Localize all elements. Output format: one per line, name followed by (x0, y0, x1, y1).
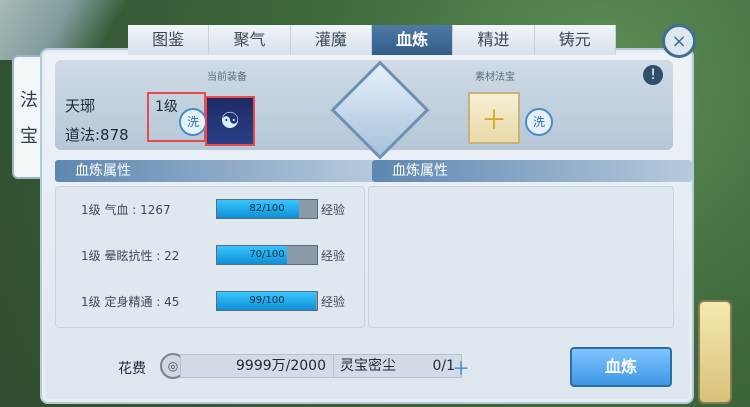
close-icon[interactable]: × (662, 24, 696, 58)
exp-label: 经验 (321, 249, 346, 263)
tab-zhuyuan[interactable]: 铸元 (534, 25, 616, 55)
attribute-label: 1级 定身精通 : 45 (81, 295, 180, 309)
material-name: 灵宝密尘 (340, 358, 396, 374)
wash-button-equipment[interactable]: 洗 (179, 108, 207, 136)
refine-button[interactable]: 血炼 (570, 347, 672, 387)
exp-text: 82/100 (249, 203, 285, 214)
side-tab-char: 法 (20, 90, 38, 111)
cost-value: 9999万/2000 (180, 354, 335, 378)
left-section-header: 血炼属性 (55, 160, 375, 182)
right-attribute-area (368, 186, 674, 328)
lantern-decoration (698, 300, 732, 404)
plus-icon[interactable]: ＋ (452, 355, 470, 381)
equipment-caption: 当前装备 (207, 72, 247, 83)
exp-bar: 82/100 (216, 199, 318, 219)
tab-jingjin[interactable]: 精进 (453, 25, 535, 55)
material-cost-box: 灵宝密尘 0/1 (333, 354, 462, 378)
attribute-list: 1级 气血 : 1267 82/100 经验 1级 晕眩抗性 : 22 70/1… (55, 186, 365, 328)
tab-guanmo[interactable]: 灌魔 (290, 25, 372, 55)
attribute-label: 1级 气血 : 1267 (81, 203, 171, 217)
attribute-row: 1级 定身精通 : 45 99/100 经验 (56, 283, 364, 329)
info-icon[interactable]: ! (643, 65, 663, 85)
equipment-area: ! 当前装备 素材法宝 天琊 道法:878 1级 洗 ☯ ＋ 洗 (55, 60, 673, 160)
tab-tujian[interactable]: 图鉴 (128, 25, 210, 55)
right-section-header: 血炼属性 (372, 160, 692, 182)
attribute-row: 1级 气血 : 1267 82/100 经验 (56, 191, 364, 237)
exp-bar: 99/100 (216, 291, 318, 311)
center-rune-icon (330, 60, 430, 160)
exp-text: 70/100 (249, 249, 285, 260)
exp-text: 99/100 (249, 295, 285, 306)
daofa-value: 道法:878 (65, 126, 129, 144)
side-tab-char: 宝 (20, 126, 38, 147)
cost-label: 花费 (118, 361, 146, 377)
exp-label: 经验 (321, 295, 346, 309)
exp-bar: 70/100 (216, 245, 318, 265)
attribute-label: 1级 晕眩抗性 : 22 (81, 249, 180, 263)
level-label: 1级 (155, 99, 178, 115)
wash-button-material[interactable]: 洗 (525, 108, 553, 136)
attribute-row: 1级 晕眩抗性 : 22 70/100 经验 (56, 237, 364, 283)
exp-label: 经验 (321, 203, 346, 217)
equipment-icon[interactable]: ☯ (205, 96, 255, 146)
equipment-name: 天琊 (65, 97, 96, 115)
tab-xuelian[interactable]: 血炼 (371, 25, 454, 55)
tab-bar: 图鉴 聚气 灌魔 血炼 精进 铸元 (128, 25, 616, 55)
material-caption: 素材法宝 (475, 72, 515, 83)
tab-juqi[interactable]: 聚气 (209, 25, 291, 55)
material-slot-add[interactable]: ＋ (468, 92, 520, 144)
